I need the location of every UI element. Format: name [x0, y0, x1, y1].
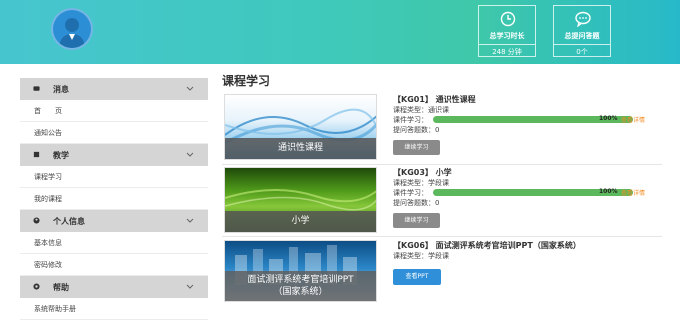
- course-info: 【KG06】 面试测评系统考官培训PPT（国家系统） 课程类型：学段课 查看PP…: [393, 240, 662, 302]
- view-details-link[interactable]: 查看详情: [621, 188, 645, 197]
- course-type: 课程类型：学段课: [393, 252, 449, 260]
- sidebar-section-messages[interactable]: 消息: [20, 78, 208, 100]
- chat-icon: [575, 11, 591, 27]
- divider: [222, 164, 662, 165]
- book-icon: [33, 151, 40, 158]
- sidebar-item-help-manual[interactable]: 系统帮助手册: [20, 298, 208, 320]
- stat-label: 总提问答题: [564, 32, 600, 40]
- avatar[interactable]: [51, 8, 93, 50]
- section-label: 个人信息: [53, 217, 85, 226]
- page-title: 课程学习: [222, 74, 271, 88]
- course-type: 课程类型：通识课: [393, 106, 449, 114]
- course-thumbnail[interactable]: 通识性课程: [224, 94, 377, 160]
- stat-value: 0个: [554, 44, 610, 58]
- sidebar-item-course-study[interactable]: 课程学习: [20, 166, 208, 188]
- sidebar-item-basic-info[interactable]: 基本信息: [20, 232, 208, 254]
- sidebar-section-personal[interactable]: 个人信息: [20, 210, 208, 232]
- divider: [222, 236, 662, 237]
- continue-study-button[interactable]: 继续学习: [393, 140, 440, 155]
- help-icon: [33, 283, 40, 290]
- continue-study-button[interactable]: 继续学习: [393, 213, 440, 228]
- total-questions-stat: 总提问答题 0个: [553, 5, 611, 57]
- total-study-time-stat: 总学习时长 248 分钟: [478, 5, 536, 57]
- progress-percent: 100%: [599, 188, 618, 195]
- course-thumbnail[interactable]: 小学: [224, 167, 377, 233]
- view-ppt-button[interactable]: 查看PPT: [393, 269, 441, 285]
- answer-count: 提问答题数：0: [393, 126, 440, 134]
- thumbnail-caption: 通识性课程: [225, 138, 376, 159]
- progress-row: 课件学习： 100% 查看详情: [393, 188, 662, 198]
- progress-label: 课件学习：: [393, 116, 428, 124]
- sidebar-item-change-password[interactable]: 密码修改: [20, 254, 208, 276]
- course-info: 【KG01】 通识性课程 课程类型：通识课 课件学习： 100% 查看详情 提问…: [393, 94, 662, 160]
- course-info: 【KG03】 小学 课程类型：学段课 课件学习： 100% 查看详情 提问答题数…: [393, 167, 662, 233]
- top-header: 总学习时长 248 分钟 总提问答题 0个: [0, 0, 680, 64]
- sidebar-item-my-courses[interactable]: 我的课程: [20, 188, 208, 210]
- progress-percent: 100%: [599, 115, 618, 122]
- sidebar: 消息 首 页 通知公告 教学 课程学习 我的课程 个人信息 基本信息 密码修改 …: [20, 78, 208, 320]
- course-title[interactable]: 【KG06】 面试测评系统考官培训PPT（国家系统）: [393, 240, 581, 251]
- course-thumbnail[interactable]: 面试测评系统考官培训PPT （国家系统）: [224, 240, 377, 302]
- chevron-down-icon: [186, 284, 194, 289]
- message-icon: [33, 86, 40, 91]
- progress-label: 课件学习：: [393, 189, 428, 197]
- chevron-down-icon: [186, 152, 194, 157]
- section-label: 教学: [53, 151, 69, 160]
- course-type: 课程类型：学段课: [393, 179, 449, 187]
- chevron-down-icon: [186, 86, 194, 91]
- progress-row: 课件学习： 100% 查看详情: [393, 115, 662, 125]
- answer-count: 提问答题数：0: [393, 199, 440, 207]
- chevron-down-icon: [186, 218, 194, 223]
- thumbnail-caption: 面试测评系统考官培训PPT （国家系统）: [225, 271, 376, 301]
- sidebar-section-help[interactable]: 帮助: [20, 276, 208, 298]
- stat-value: 248 分钟: [479, 44, 535, 58]
- course-title[interactable]: 【KG03】 小学: [393, 167, 452, 178]
- course-title[interactable]: 【KG01】 通识性课程: [393, 94, 476, 105]
- user-icon: [33, 217, 40, 224]
- user-avatar-icon: [59, 18, 85, 48]
- sidebar-section-teaching[interactable]: 教学: [20, 144, 208, 166]
- section-label: 消息: [53, 85, 69, 94]
- section-label: 帮助: [53, 283, 69, 292]
- stat-label: 总学习时长: [489, 32, 525, 40]
- view-details-link[interactable]: 查看详情: [621, 115, 645, 124]
- sidebar-item-notices[interactable]: 通知公告: [20, 122, 208, 144]
- clock-icon: [500, 11, 516, 27]
- sidebar-item-home[interactable]: 首 页: [20, 100, 208, 122]
- thumbnail-caption: 小学: [225, 211, 376, 232]
